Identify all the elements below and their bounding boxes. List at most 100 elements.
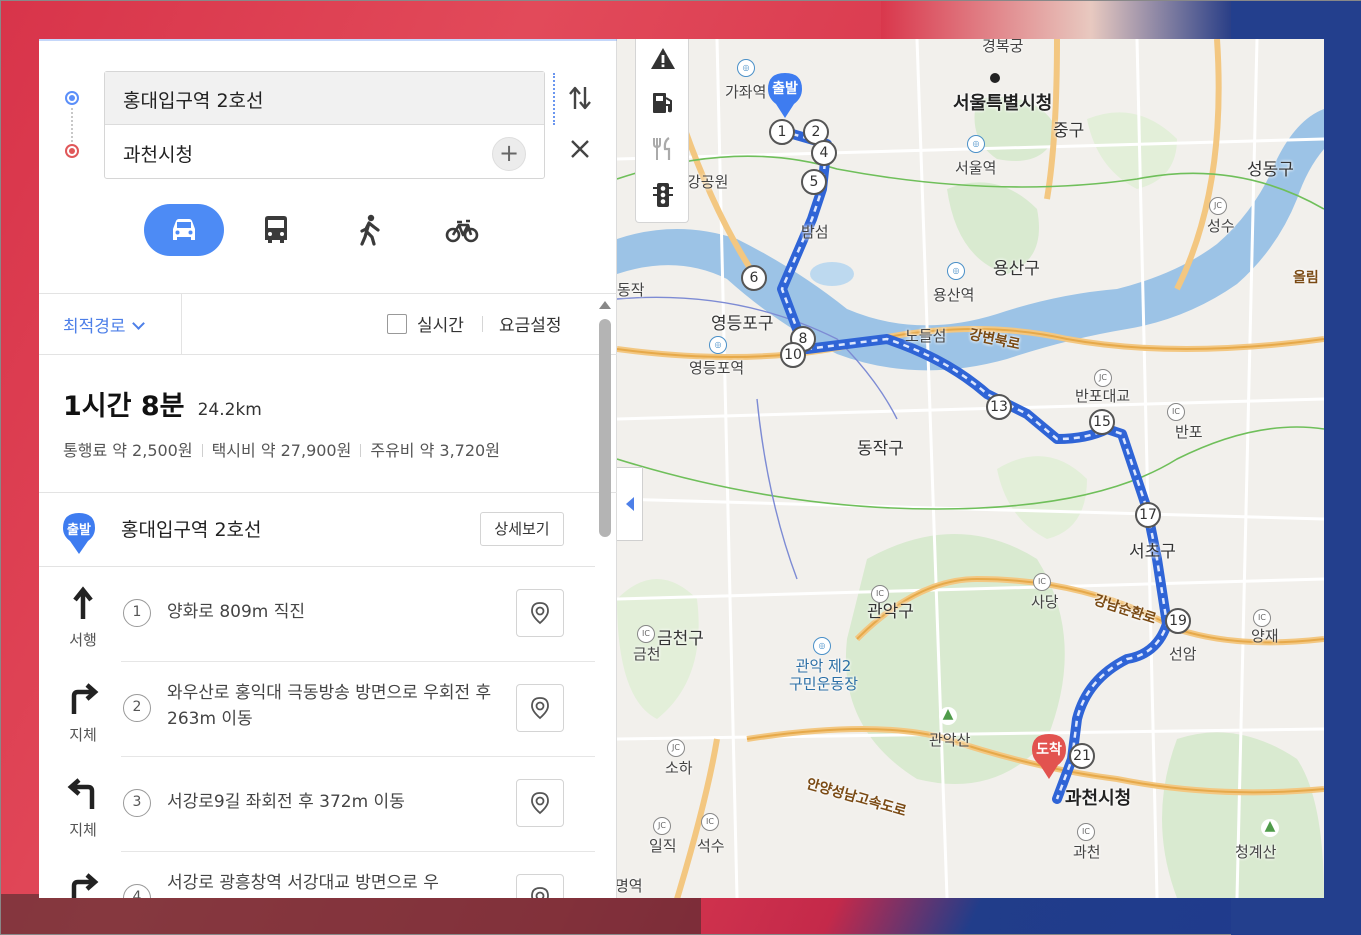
map-app-window: 홍대입구역 2호선 과천시청 + 최적경로 실시간 요금설정 1시간 8분 24… [39, 39, 1324, 898]
fare-settings-button[interactable]: 요금설정 [499, 311, 562, 336]
waypoint-marker[interactable]: 17 [1135, 502, 1161, 528]
show-on-map-button[interactable] [516, 874, 564, 898]
waypoint-marker[interactable]: 4 [811, 140, 837, 166]
traffic-status: 지체 [69, 821, 97, 839]
route-dots [65, 91, 79, 161]
mode-bus-button[interactable] [236, 204, 316, 256]
fuel-cost: 주유비 약 3,720원 [370, 441, 500, 460]
map-label-gwanak-stadium: 관악 제2 구민운동장 [789, 657, 859, 693]
show-on-map-button[interactable] [516, 684, 564, 732]
panel-scrollbar[interactable] [597, 297, 613, 897]
direction-step[interactable]: 지체 3 서강로9길 좌회전 후 372m 이동 [39, 757, 595, 852]
chevron-left-icon [625, 497, 634, 511]
start-point-name: 홍대입구역 2호선 [121, 519, 262, 541]
map-label-jung-gu: 중구 [1053, 121, 1085, 141]
collapse-panel-button[interactable] [617, 467, 643, 541]
direction-step[interactable]: 지체 2 와우산로 홍익대 극동방송 방면으로 우회전 후 263m 이동 [39, 662, 595, 757]
directions-steps: 서행 1 양화로 809m 직진 지체 2 와우산로 홍익대 극동방송 방면으로… [39, 567, 595, 898]
panel-top-border [39, 39, 617, 41]
scroll-thumb[interactable] [599, 319, 611, 537]
restaurant-toggle-button[interactable] [649, 135, 677, 163]
map-label-yangjae: 양재 [1251, 627, 1279, 645]
waypoint-marker[interactable]: 15 [1089, 409, 1115, 435]
incident-toggle-button[interactable] [649, 45, 677, 73]
destination-input[interactable]: 과천시청 + [105, 126, 544, 179]
map-label-geumcheon-gu: 금천구 [657, 629, 704, 649]
map-label-seoksu: 석수 [697, 837, 725, 855]
map-label-seoul-cityhall: 서울특별시청 [953, 93, 1053, 114]
divider [482, 316, 483, 332]
walk-icon [360, 214, 380, 246]
show-on-map-button[interactable] [516, 779, 564, 827]
waypoint-marker[interactable]: 21 [1069, 743, 1095, 769]
waypoint-marker[interactable]: 1 [769, 119, 795, 145]
straight-arrow-icon [65, 585, 101, 621]
ic-poi-icon: IC [871, 585, 889, 603]
waypoint-marker[interactable]: 5 [801, 169, 827, 195]
scroll-up-arrow-icon[interactable] [599, 301, 611, 309]
destination-input-value: 과천시청 [123, 144, 193, 166]
add-waypoint-button[interactable]: + [492, 137, 526, 171]
realtime-checkbox[interactable] [387, 314, 407, 334]
show-on-map-button[interactable] [516, 589, 564, 637]
map-label-soha: 소하 [665, 759, 693, 777]
warning-icon [651, 48, 675, 69]
swap-icon [569, 86, 591, 110]
map-pin-icon [531, 887, 549, 898]
train-station-icon: ◎ [947, 262, 965, 280]
input-focus-caret [553, 73, 555, 125]
map-label-seongsu: 성수 [1207, 217, 1235, 235]
route-options: 최적경로 실시간 요금설정 [39, 294, 595, 354]
close-button[interactable] [567, 137, 593, 167]
train-station-icon: ◎ [709, 336, 727, 354]
map-pin-icon [531, 602, 549, 625]
map-label-gwanaksan: 관악산 [929, 731, 971, 749]
swap-route-button[interactable] [567, 83, 593, 113]
end-marker-label: 도착 [1036, 742, 1062, 758]
end-map-marker[interactable]: 도착 [1030, 732, 1068, 780]
train-station-icon: ◎ [967, 135, 985, 153]
divider [181, 294, 182, 354]
gas-station-toggle-button[interactable] [649, 89, 677, 117]
direction-step[interactable]: 서행 1 양화로 809m 직진 [39, 567, 595, 662]
gas-station-icon [653, 93, 672, 113]
route-type-dropdown[interactable]: 최적경로 [63, 312, 145, 337]
detail-view-button[interactable]: 상세보기 [480, 512, 564, 546]
divider [39, 354, 617, 355]
mode-car-button[interactable] [144, 204, 224, 256]
destination-dot-icon [65, 144, 79, 158]
map-label-bamseom: 밤섬 [801, 223, 829, 241]
step-number: 3 [123, 789, 151, 817]
start-map-marker[interactable]: 출발 [766, 71, 804, 119]
waypoint-marker[interactable]: 6 [741, 265, 767, 291]
map-label-seongdong-gu: 성동구 [1247, 160, 1294, 180]
realtime-label[interactable]: 실시간 [417, 311, 464, 336]
cityhall-poi-icon [990, 73, 1000, 83]
map-label-yongsan-gu: 용산구 [993, 259, 1040, 279]
map-label-yeongdeungpo-station: 영등포역 [689, 359, 745, 377]
step-text: 와우산로 홍익대 극동방송 방면으로 우회전 후 263m 이동 [167, 683, 492, 729]
waypoint-marker[interactable]: 10 [780, 342, 806, 368]
train-station-icon: ◎ [737, 59, 755, 77]
background-wall [881, 1, 1231, 39]
bike-icon [445, 219, 479, 243]
stadium-poi-icon: ◎ [813, 637, 831, 655]
step-text: 서강로9길 좌회전 후 372m 이동 [167, 792, 405, 812]
map-view[interactable]: 경복궁 서울특별시청 중구 서울역 성동구 성수 가좌역 강공원 밤섬 용산구 … [617, 39, 1324, 898]
map-label-gyeongbokgung: 경복궁 [982, 39, 1024, 55]
map-label-gajwa: 가좌역 [725, 83, 767, 101]
traffic-light-toggle-button[interactable] [649, 181, 677, 209]
chevron-down-icon [131, 317, 145, 330]
map-label-nodeulseom: 노들섬 [905, 327, 947, 345]
waypoint-marker[interactable]: 13 [986, 394, 1012, 420]
waypoint-marker[interactable]: 19 [1165, 608, 1191, 634]
ic-poi-icon: IC [1077, 823, 1095, 841]
map-pin-icon [531, 697, 549, 720]
route-connector [71, 108, 73, 142]
mode-bike-button[interactable] [422, 204, 502, 256]
map-label-seoul-station: 서울역 [955, 159, 997, 177]
origin-input[interactable]: 홍대입구역 2호선 [105, 72, 544, 125]
mode-walk-button[interactable] [330, 204, 410, 256]
direction-step[interactable]: 4 서강로 광흥창역 서강대교 방면으로 우 [39, 852, 595, 898]
jc-poi-icon: JC [1094, 369, 1112, 387]
